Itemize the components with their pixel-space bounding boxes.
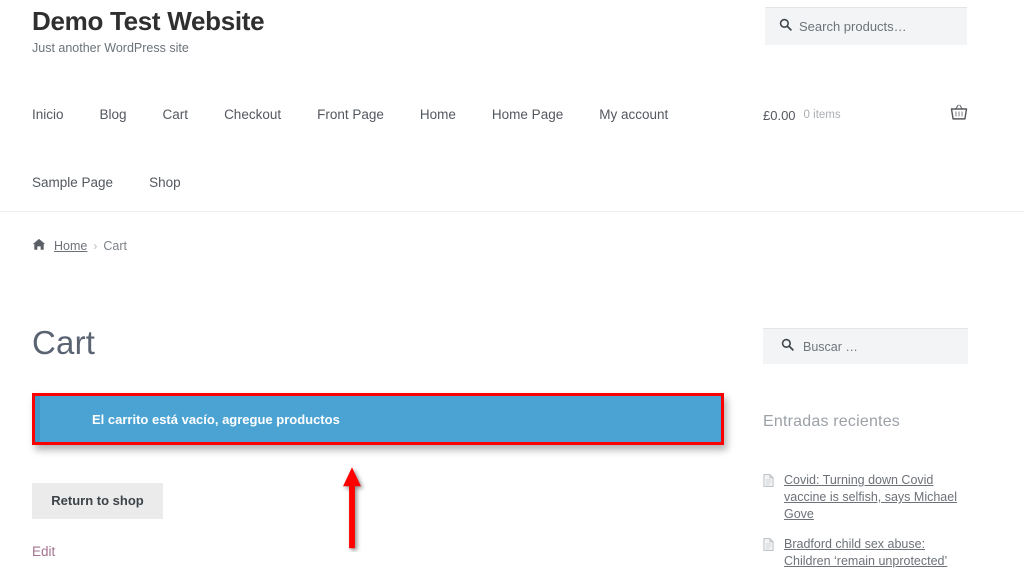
shopping-basket-icon[interactable] [950, 104, 968, 126]
sidebar-search-box[interactable] [763, 328, 968, 364]
cart-total-amount: £0.00 [763, 107, 796, 123]
nav-item-inicio[interactable]: Inicio [32, 107, 64, 122]
nav-item-checkout[interactable]: Checkout [224, 107, 281, 122]
home-icon [32, 238, 46, 254]
sidebar: Entradas recientes Covid: Turning down C… [763, 328, 968, 568]
recent-posts-list: Covid: Turning down Covid vaccine is sel… [763, 472, 975, 568]
product-search-box[interactable] [765, 7, 967, 45]
site-description: Just another WordPress site [32, 41, 189, 56]
nav-item-my-account[interactable]: My account [599, 107, 668, 122]
list-item: Covid: Turning down Covid vaccine is sel… [763, 472, 975, 523]
cart-page-content: Cart [32, 322, 726, 363]
empty-cart-notice: El carrito está vacío, agregue productos [35, 396, 721, 442]
search-icon [781, 338, 794, 356]
recent-post-link[interactable]: Covid: Turning down Covid vaccine is sel… [784, 472, 975, 523]
breadcrumb-separator: › [93, 239, 98, 253]
header-cart-summary[interactable]: £0.00 0 items [763, 104, 968, 126]
site-title[interactable]: Demo Test Website [32, 6, 265, 37]
product-search-input[interactable] [799, 19, 949, 34]
return-to-shop-button[interactable]: Return to shop [32, 483, 163, 519]
document-icon [763, 474, 774, 492]
nav-item-sample-page[interactable]: Sample Page [32, 175, 113, 190]
recent-post-link[interactable]: Bradford child sex abuse: Children ‘rema… [784, 536, 975, 568]
nav-item-front-page[interactable]: Front Page [317, 107, 384, 122]
document-icon [763, 538, 774, 556]
sidebar-search-input[interactable] [803, 339, 943, 354]
site-branding: Demo Test Website Just another WordPress… [32, 6, 265, 56]
list-item: Bradford child sex abuse: Children ‘rema… [763, 536, 975, 568]
nav-item-home-page[interactable]: Home Page [492, 107, 563, 122]
site-header: Demo Test Website Just another WordPress… [0, 0, 1024, 212]
page-title: Cart [32, 324, 96, 361]
nav-row-primary: Inicio Blog Cart Checkout Front Page Hom… [32, 96, 732, 132]
breadcrumb-home-link[interactable]: Home [54, 239, 87, 253]
nav-item-cart[interactable]: Cart [163, 107, 189, 122]
cart-item-count: 0 items [803, 109, 841, 121]
search-icon [779, 18, 792, 36]
nav-item-shop[interactable]: Shop [149, 175, 181, 190]
breadcrumb: Home › Cart [32, 238, 127, 254]
breadcrumb-current: Cart [103, 239, 127, 253]
primary-navigation: Inicio Blog Cart Checkout Front Page Hom… [32, 96, 732, 200]
up-arrow-annotation [338, 462, 366, 552]
edit-link[interactable]: Edit [32, 544, 55, 559]
nav-item-blog[interactable]: Blog [100, 107, 127, 122]
page-root: Demo Test Website Just another WordPress… [0, 0, 1024, 568]
nav-row-secondary: Sample Page Shop [32, 164, 732, 200]
empty-cart-notice-highlight: El carrito está vacío, agregue productos [32, 393, 724, 445]
recent-posts-title: Entradas recientes [763, 413, 901, 430]
empty-cart-notice-text: El carrito está vacío, agregue productos [92, 411, 340, 427]
nav-item-home[interactable]: Home [420, 107, 456, 122]
